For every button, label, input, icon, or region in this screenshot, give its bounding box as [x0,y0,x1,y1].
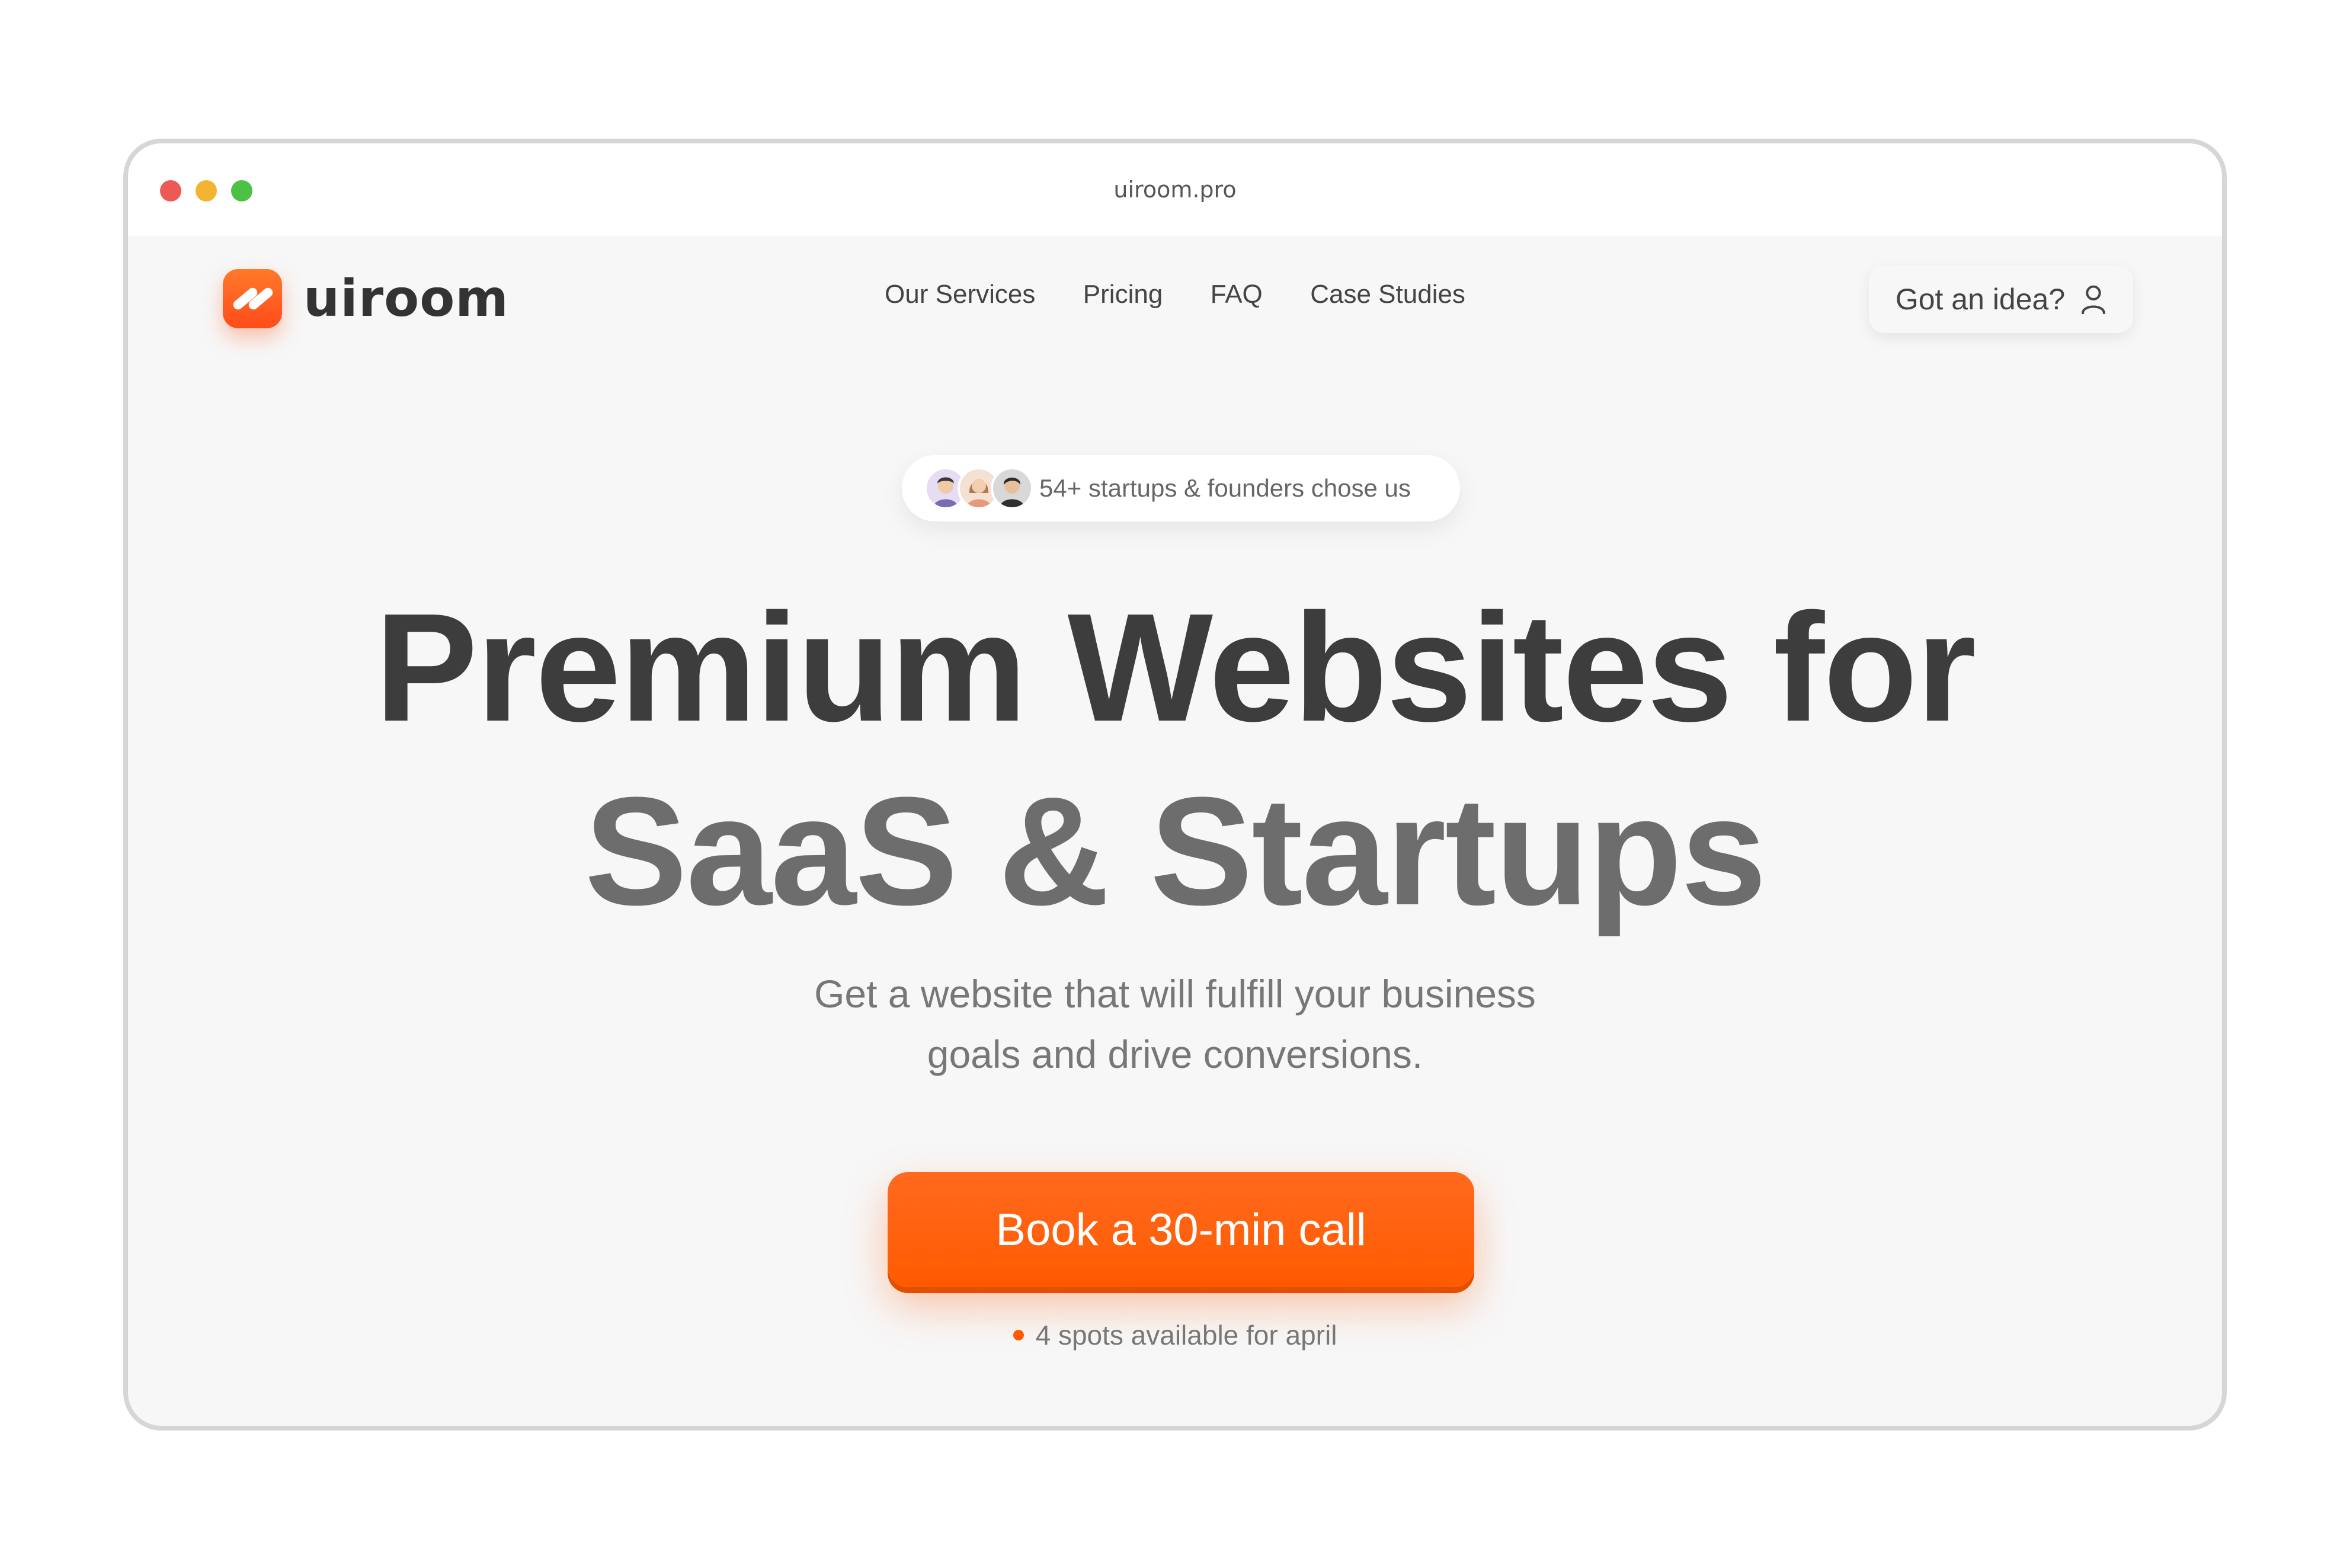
nav-link-our-services[interactable]: Our Services [885,280,1035,309]
hero-title-line-1: Premium Websites for [374,582,1976,754]
hero-subtitle-line-2: goals and drive conversions. [927,1032,1423,1076]
browser-titlebar: uiroom.pro [128,143,2222,236]
social-proof-text: 54+ startups & founders chose us [1039,474,1411,502]
availability-text: 4 spots available for april [1035,1320,1337,1351]
hero-title-line-2: SaaS & Startups [584,766,1767,937]
avatar [991,467,1033,510]
social-proof-badge: 54+ startups & founders chose us [902,455,1460,521]
got-an-idea-label: Got an idea? [1895,283,2066,316]
availability-note: 4 spots available for april [128,1319,2222,1351]
nav-link-faq[interactable]: FAQ [1211,280,1263,309]
got-an-idea-button[interactable]: Got an idea? [1869,265,2133,333]
hero-subtitle: Get a website that will fulfill your bus… [128,964,2222,1084]
avatar-group [924,465,1033,512]
url-bar[interactable]: uiroom.pro [128,177,2222,203]
status-dot-icon [1013,1329,1024,1340]
hero-subtitle-line-1: Get a website that will fulfill your bus… [814,972,1536,1016]
user-icon [2082,285,2105,314]
site-header: uiroom Our Services Pricing FAQ Case Stu… [128,236,2222,354]
nav-link-pricing[interactable]: Pricing [1083,280,1163,309]
nav-link-case-studies[interactable]: Case Studies [1310,280,1465,309]
book-call-button[interactable]: Book a 30-min call [888,1172,1474,1287]
browser-window: uiroom.pro uiroom Our Services Pricing F… [123,139,2227,1431]
